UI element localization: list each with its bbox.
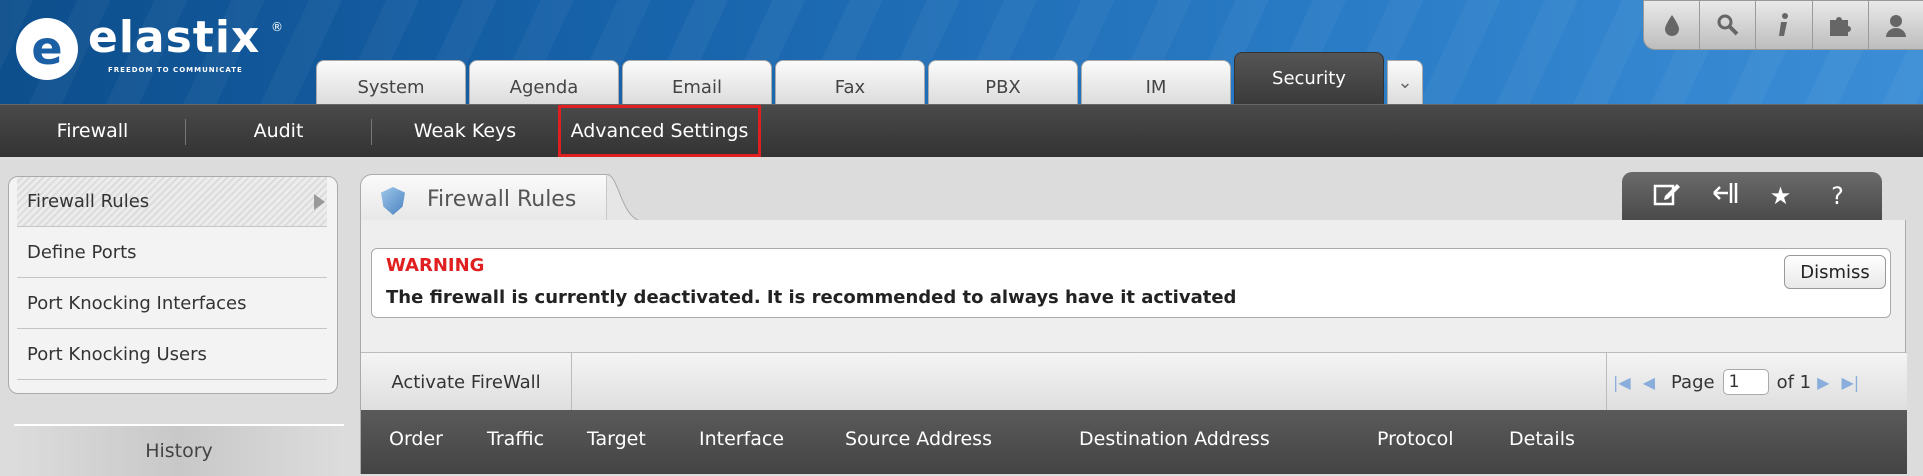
- logo-registered-mark: ®: [271, 20, 283, 34]
- sidebar-item-label: Define Ports: [27, 242, 137, 263]
- next-page-icon[interactable]: ▶: [1817, 373, 1829, 392]
- table-header: Order Traffic Target Interface Source Ad…: [361, 410, 1907, 474]
- warning-box: WARNING The firewall is currently deacti…: [371, 248, 1891, 318]
- column-header-traffic[interactable]: Traffic: [487, 428, 544, 450]
- user-icon[interactable]: [1869, 1, 1923, 49]
- tab-pbx[interactable]: PBX: [928, 60, 1078, 104]
- submenu-weak-keys[interactable]: Weak Keys: [372, 105, 558, 157]
- security-submenu: Firewall Audit Weak Keys Advanced Settin…: [0, 104, 1923, 157]
- sidebar-item-label: Firewall Rules: [27, 191, 150, 212]
- column-header-source-address[interactable]: Source Address: [845, 428, 992, 450]
- tab-fax[interactable]: Fax: [775, 60, 925, 104]
- page-count: of 1: [1776, 371, 1812, 393]
- help-icon[interactable]: ?: [1818, 182, 1858, 210]
- module-tools: ★ ?: [1622, 172, 1882, 220]
- elastix-logo[interactable]: e elastix ® FREEDOM TO COMMUNICATE: [16, 12, 296, 86]
- title-tab-curve: [606, 174, 650, 224]
- collapse-icon[interactable]: [1704, 180, 1744, 212]
- column-header-protocol[interactable]: Protocol: [1377, 428, 1454, 450]
- column-header-details[interactable]: Details: [1509, 428, 1575, 450]
- grid-toolbar: Activate FireWall |◀ ◀ Page 1 of 1 ▶ ▶|: [361, 352, 1907, 411]
- edit-icon[interactable]: [1647, 180, 1687, 212]
- header: e elastix ® FREEDOM TO COMMUNICATE Syste…: [0, 0, 1923, 104]
- main-tabs: System Agenda Email Fax PBX IM Security …: [316, 52, 1423, 104]
- page-number-input[interactable]: 1: [1722, 369, 1769, 395]
- search-icon[interactable]: [1700, 1, 1757, 49]
- tab-agenda[interactable]: Agenda: [469, 60, 619, 104]
- submenu-audit[interactable]: Audit: [186, 105, 371, 157]
- sidebar-item-port-knocking-users[interactable]: Port Knocking Users: [17, 330, 327, 380]
- logo-e-icon: e: [31, 21, 63, 75]
- sidebar: Firewall Rules Define Ports Port Knockin…: [8, 176, 338, 394]
- page-title: Firewall Rules: [427, 187, 577, 212]
- sidebar-item-label: Port Knocking Interfaces: [27, 293, 247, 314]
- more-tabs-button[interactable]: ⌄: [1387, 60, 1423, 104]
- tab-system[interactable]: System: [316, 60, 466, 104]
- info-icon[interactable]: [1756, 1, 1813, 49]
- shield-icon: [381, 187, 405, 215]
- main-panel: Firewall Rules ★ ? WARNING The firewall …: [360, 172, 1908, 474]
- arrow-right-icon: [314, 194, 325, 210]
- module-content: WARNING The firewall is currently deacti…: [360, 220, 1907, 474]
- column-header-interface[interactable]: Interface: [699, 428, 784, 450]
- tab-security[interactable]: Security: [1234, 52, 1384, 104]
- addons-icon[interactable]: [1813, 1, 1869, 49]
- last-page-icon[interactable]: ▶|: [1841, 373, 1859, 392]
- previous-page-icon[interactable]: ◀: [1643, 373, 1655, 392]
- first-page-icon[interactable]: |◀: [1613, 373, 1631, 392]
- tab-email[interactable]: Email: [622, 60, 772, 104]
- sidebar-item-firewall-rules[interactable]: Firewall Rules: [17, 177, 327, 227]
- star-icon[interactable]: ★: [1761, 182, 1801, 210]
- column-header-order[interactable]: Order: [389, 428, 443, 450]
- submenu-advanced-settings[interactable]: Advanced Settings: [558, 105, 761, 157]
- pagination: |◀ ◀ Page 1 of 1 ▶ ▶|: [1606, 353, 1907, 411]
- module-title-tab: Firewall Rules: [360, 174, 608, 224]
- logo-tagline: FREEDOM TO COMMUNICATE: [108, 66, 243, 74]
- dismiss-button[interactable]: Dismiss: [1784, 255, 1886, 289]
- page-label: Page: [1671, 371, 1715, 393]
- submenu-firewall[interactable]: Firewall: [0, 105, 185, 157]
- warning-title: WARNING: [386, 255, 485, 276]
- history-panel-header[interactable]: History: [14, 424, 344, 476]
- column-header-destination-address[interactable]: Destination Address: [1079, 428, 1270, 450]
- sidebar-item-port-knocking-interfaces[interactable]: Port Knocking Interfaces: [17, 279, 327, 329]
- column-header-target[interactable]: Target: [587, 428, 646, 450]
- tab-im[interactable]: IM: [1081, 60, 1231, 104]
- warning-message: The firewall is currently deactivated. I…: [386, 287, 1237, 308]
- logo-wordmark: elastix: [88, 12, 261, 63]
- activate-firewall-button[interactable]: Activate FireWall: [361, 353, 572, 411]
- top-icon-bar: [1643, 0, 1923, 50]
- sidebar-item-label: Port Knocking Users: [27, 344, 207, 365]
- theme-icon[interactable]: [1644, 1, 1701, 49]
- sidebar-item-define-ports[interactable]: Define Ports: [17, 228, 327, 278]
- chevron-down-icon: ⌄: [1397, 72, 1413, 93]
